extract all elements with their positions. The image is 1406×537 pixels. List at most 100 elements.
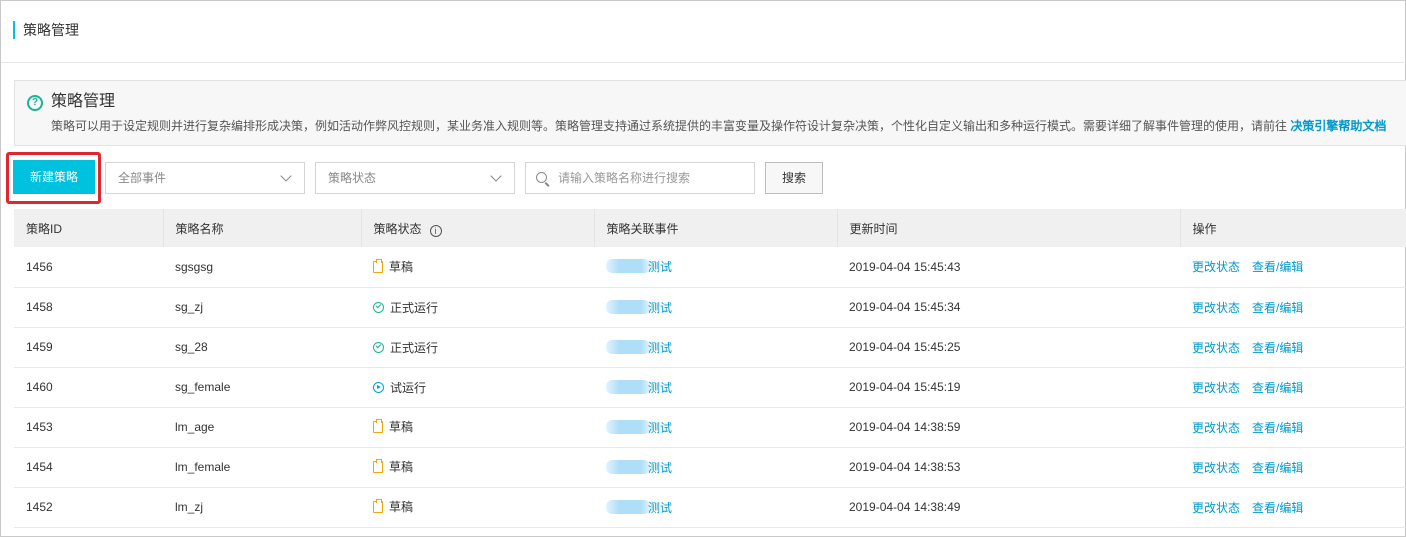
cell-event: 测试	[594, 287, 837, 327]
col-header-status-label: 策略状态	[373, 221, 422, 236]
table-row: 1456 sgsgsg 草稿 测试 2019-04-04 15:45:43 更改状态 查看/…	[14, 247, 1406, 287]
cell-status: 草稿	[361, 247, 594, 287]
search-input[interactable]	[558, 163, 748, 193]
cell-actions: 更改状态 查看/编辑	[1180, 247, 1406, 287]
view-edit-link[interactable]: 查看/编辑	[1252, 341, 1303, 355]
status-label: 草稿	[389, 420, 414, 435]
cell-actions: 更改状态 查看/编辑	[1180, 287, 1406, 327]
view-edit-link[interactable]: 查看/编辑	[1252, 421, 1303, 435]
redacted-mask	[606, 299, 650, 314]
cell-status: 试运行	[361, 367, 594, 407]
draft-icon	[373, 258, 383, 273]
event-link[interactable]: 测试	[606, 419, 672, 436]
table-row: 1454 lm_female 草稿 测试 2019-04-04 14:38:53 更改状态…	[14, 447, 1406, 487]
info-panel: ? 策略管理 策略可以用于设定规则并进行复杂编排形成决策，例如活动作弊风控规则，…	[14, 80, 1406, 146]
redacted-mask	[606, 499, 650, 514]
col-header-event: 策略关联事件	[594, 209, 838, 247]
cell-name: lm_female	[175, 460, 231, 474]
cell-name: lm_zj	[175, 500, 204, 514]
status-select-value: 策略状态	[328, 171, 377, 185]
cell-id: 1459	[26, 340, 53, 354]
cell-id: 1456	[26, 259, 53, 274]
cell-status: 正式运行	[361, 287, 594, 327]
cell-id: 1453	[26, 420, 53, 434]
view-edit-link[interactable]: 查看/编辑	[1252, 501, 1303, 515]
view-edit-link[interactable]: 查看/编辑	[1252, 260, 1303, 274]
redacted-mask	[606, 459, 650, 474]
title-accent-bar	[13, 21, 15, 39]
event-link-label: 测试	[648, 300, 673, 315]
change-status-link[interactable]: 更改状态	[1192, 301, 1240, 315]
redacted-mask	[606, 419, 650, 434]
cell-name: sgsgsg	[175, 259, 214, 274]
event-link[interactable]: 测试	[606, 339, 672, 356]
view-edit-link[interactable]: 查看/编辑	[1252, 301, 1303, 315]
chevron-down-icon	[490, 170, 502, 182]
event-link-label: 测试	[648, 340, 673, 355]
status-select[interactable]: 策略状态	[315, 162, 515, 194]
event-select[interactable]: 全部事件	[105, 162, 305, 194]
cell-status: 草稿	[361, 447, 594, 487]
cell-status: 草稿	[361, 487, 594, 527]
info-title: 策略管理	[51, 93, 116, 110]
info-icon[interactable]: i	[429, 224, 442, 237]
table-row: 1453 lm_age 草稿 测试 2019-04-04 14:38:59 更改状态 查看/…	[14, 407, 1406, 447]
status-badge: 正式运行	[373, 299, 438, 316]
cell-event: 测试	[594, 367, 837, 407]
event-link[interactable]: 测试	[606, 459, 672, 476]
status-label: 试运行	[390, 380, 427, 395]
info-description-text: 策略可以用于设定规则并进行复杂编排形成决策，例如活动作弊风控规则，某业务准入规则…	[51, 119, 1291, 133]
check-circle-icon	[373, 341, 384, 353]
status-badge: 草稿	[373, 498, 413, 515]
event-link[interactable]: 测试	[606, 258, 672, 275]
view-edit-link[interactable]: 查看/编辑	[1252, 381, 1303, 395]
cell-name: sg_female	[175, 380, 231, 394]
draft-icon	[373, 498, 383, 513]
cell-updated: 2019-04-04 14:38:49	[849, 500, 961, 514]
redacted-mask	[606, 379, 650, 394]
event-link[interactable]: 测试	[606, 499, 672, 516]
help-doc-link[interactable]: 决策引擎帮助文档	[1290, 119, 1386, 133]
cell-event: 测试	[594, 407, 837, 447]
cell-name: sg_zj	[175, 300, 204, 314]
status-badge: 正式运行	[373, 339, 438, 356]
new-strategy-button[interactable]: 新建策略	[13, 160, 95, 194]
change-status-link[interactable]: 更改状态	[1192, 381, 1240, 395]
event-link[interactable]: 测试	[606, 379, 672, 396]
cell-status: 正式运行	[361, 327, 594, 367]
change-status-link[interactable]: 更改状态	[1192, 341, 1240, 355]
strategy-table: 策略ID 策略名称 策略状态 i 策略关联事件 更新时间 操作 1456 sgsgs…	[14, 209, 1406, 528]
cell-actions: 更改状态 查看/编辑	[1180, 407, 1406, 447]
chevron-down-icon	[280, 170, 292, 182]
status-badge: 草稿	[373, 258, 413, 275]
check-circle-icon	[373, 301, 384, 313]
event-link-label: 测试	[648, 420, 673, 435]
search-button[interactable]: 搜索	[765, 162, 823, 194]
change-status-link[interactable]: 更改状态	[1192, 461, 1240, 475]
col-header-id: 策略ID	[14, 209, 164, 247]
table-row: 1458 sg_zj 正式运行 测试 2019-04-04 15:45:34 更改状态 查看…	[14, 287, 1406, 327]
col-header-name: 策略名称	[163, 209, 362, 247]
cell-actions: 更改状态 查看/编辑	[1180, 447, 1406, 487]
cell-name: lm_age	[175, 420, 215, 434]
table-header-row: 策略ID 策略名称 策略状态 i 策略关联事件 更新时间 操作	[14, 209, 1406, 247]
search-icon	[536, 172, 547, 183]
status-badge: 草稿	[373, 418, 413, 435]
change-status-link[interactable]: 更改状态	[1192, 501, 1240, 515]
change-status-link[interactable]: 更改状态	[1192, 421, 1240, 435]
event-link-label: 测试	[648, 500, 673, 515]
view-edit-link[interactable]: 查看/编辑	[1252, 461, 1303, 475]
draft-icon	[373, 418, 383, 433]
cell-id: 1454	[26, 460, 53, 474]
toolbar: 新建策略 全部事件 策略状态 搜索	[0, 152, 1406, 204]
col-header-status: 策略状态 i	[361, 209, 595, 247]
cell-updated: 2019-04-04 15:45:43	[849, 259, 961, 274]
cell-actions: 更改状态 查看/编辑	[1180, 487, 1406, 527]
table-body: 1456 sgsgsg 草稿 测试 2019-04-04 15:45:43 更改状态 查看/…	[14, 247, 1406, 527]
info-description: 策略可以用于设定规则并进行复杂编排形成决策，例如活动作弊风控规则，某业务准入规则…	[51, 118, 1386, 134]
event-link[interactable]: 测试	[606, 299, 672, 316]
event-select-value: 全部事件	[118, 171, 167, 185]
col-header-actions: 操作	[1192, 221, 1217, 236]
change-status-link[interactable]: 更改状态	[1192, 260, 1240, 274]
cell-event: 测试	[594, 487, 837, 527]
